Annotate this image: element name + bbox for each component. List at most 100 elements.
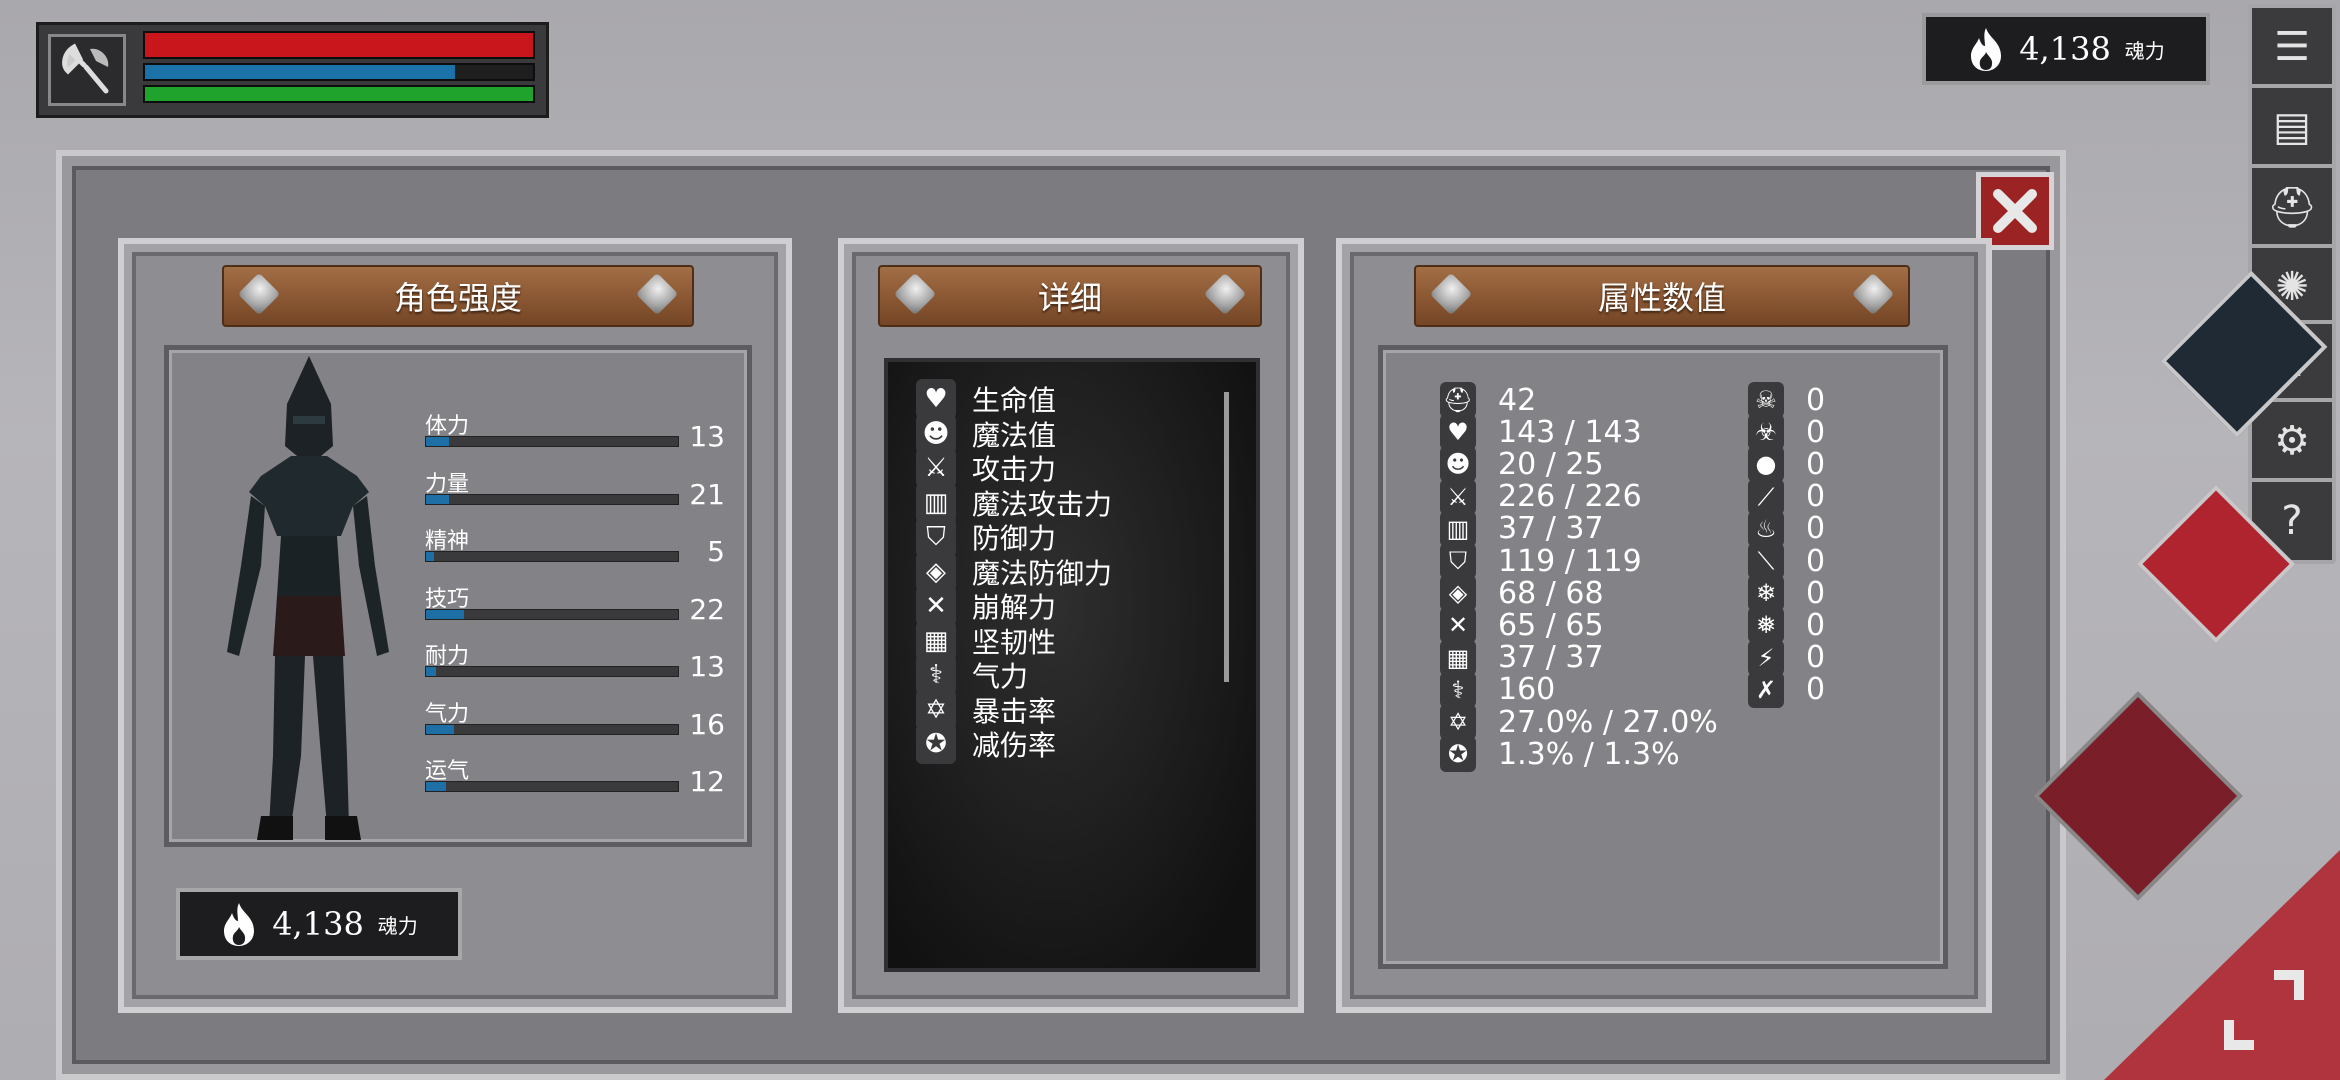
attribute-value: 143 / 143 <box>1498 414 1642 450</box>
settings-gear-icon: ⚙ <box>2274 418 2310 464</box>
attribute-row: ♥ 143 / 143 <box>1440 414 1642 451</box>
attribute-row: ⛑ 42 <box>1440 382 1536 418</box>
attribute-row: ⟋ 0 <box>1748 478 1825 515</box>
mana-bar <box>143 63 535 81</box>
stat-row: 力量 21 <box>425 466 725 516</box>
stat-bar <box>425 493 679 505</box>
helmet-icon: ⛑ <box>1440 382 1476 418</box>
attribute-row: ❅ 0 <box>1748 607 1826 644</box>
attribute-row: ▥ 37 / 37 <box>1440 510 1604 547</box>
soul-label: 魂力 <box>2124 38 2165 63</box>
slash-resist-icon: ⟋ <box>1748 478 1784 515</box>
close-icon <box>1993 189 2037 233</box>
frost-icon: ❄ <box>1748 575 1784 612</box>
head-icon: ☻ <box>1440 446 1476 483</box>
soul-currency-display: 4,138 魂力 <box>1922 13 2210 85</box>
attribute-value: 20 / 25 <box>1498 446 1604 482</box>
lungs-icon: ⚕ <box>1440 671 1476 708</box>
axe-icon[interactable] <box>48 34 126 106</box>
attribute-row: ● 0 <box>1748 446 1826 483</box>
attribute-values-header: 属性数值 <box>1414 265 1910 327</box>
stat-value: 22 <box>689 592 725 626</box>
magic-shield-icon: ◈ <box>1440 575 1476 612</box>
help-icon: ? <box>2281 498 2303 544</box>
panel-title: 角色强度 <box>393 279 522 317</box>
sword-icon: ⚔ <box>1440 478 1476 515</box>
attribute-value: 0 <box>1806 640 1826 676</box>
panel-title: 属性数值 <box>1597 279 1726 317</box>
attribute-row: ✕ 65 / 65 <box>1440 607 1604 644</box>
stat-row: 技巧 22 <box>425 581 725 631</box>
attribute-row: ☠ 0 <box>1748 382 1825 418</box>
stat-value: 13 <box>689 420 725 453</box>
detail-list-item[interactable]: ✪ 减伤率 <box>916 721 1056 767</box>
bleed-drop-icon: ● <box>1748 446 1784 483</box>
attribute-row: ◈ 68 / 68 <box>1440 575 1604 612</box>
attribute-value: 0 <box>1806 446 1826 482</box>
attribute-row: ✪ 1.3% / 1.3% <box>1440 736 1680 773</box>
attribute-row: ☻ 20 / 25 <box>1440 446 1604 483</box>
stat-row: 运气 12 <box>425 753 725 803</box>
stat-row: 精神 5 <box>425 523 725 573</box>
panel-title: 详细 <box>1037 279 1102 317</box>
detail-header: 详细 <box>878 265 1262 327</box>
armored-knight-figure[interactable] <box>221 356 397 846</box>
menu-list-icon: ☰ <box>2274 24 2310 70</box>
flame-icon <box>224 903 255 946</box>
attribute-value: 0 <box>1806 543 1826 579</box>
stat-bar <box>425 723 679 735</box>
soul-value: 4,138 <box>272 905 364 943</box>
stat-value: 16 <box>689 707 725 741</box>
stat-value: 21 <box>689 477 725 511</box>
attribute-row: ⚡ 0 <box>1748 639 1826 676</box>
helmet-icon: ⛑ <box>2266 184 2318 231</box>
attribute-row: ⛉ 119 / 119 <box>1440 543 1642 579</box>
lightning-icon: ⚡ <box>1748 639 1784 676</box>
attribute-value: 37 / 37 <box>1498 511 1604 547</box>
attribute-value: 37 / 37 <box>1498 640 1604 676</box>
attribute-value: 0 <box>1806 672 1826 708</box>
stat-value: 13 <box>689 650 725 683</box>
attribute-value: 68 / 68 <box>1498 575 1604 611</box>
attribute-value: 0 <box>1806 414 1826 450</box>
attribute-row: ✡ 27.0% / 27.0% <box>1440 704 1718 740</box>
stat-row: 气力 16 <box>425 696 725 746</box>
attribute-value: 0 <box>1806 607 1826 643</box>
burn-resist-icon: ⟍ <box>1748 543 1784 579</box>
stat-value: 12 <box>689 765 725 798</box>
attribute-value: 226 / 226 <box>1498 479 1642 515</box>
journal-button[interactable]: ▤ <box>2248 84 2336 170</box>
soul-currency-display-bottom: 4,138 魂力 <box>176 888 462 960</box>
corner-resize-handle[interactable] <box>2104 850 2340 1080</box>
lightning-resist-icon: ✗ <box>1748 671 1784 708</box>
frost-resist-icon: ❅ <box>1748 607 1784 644</box>
attribute-value: 0 <box>1806 511 1826 547</box>
detail-list[interactable]: ♥ 生命值 ☻ 魔法值 ⚔ 攻击力 ▥ 魔法攻击力 ⛉ 防御力 ◈ 魔法防御力 ✕ 崩解力 ▦ 坚韧性 ⚕ 气力 ✡… <box>884 358 1260 972</box>
detail-scrollbar[interactable] <box>1224 392 1229 682</box>
stat-row: 耐力 13 <box>425 638 725 688</box>
attribute-value: 1.3% / 1.3% <box>1498 736 1680 772</box>
player-status-hud <box>36 22 549 118</box>
stat-row: 体力 13 <box>425 408 725 458</box>
attribute-row: ▦ 37 / 37 <box>1440 639 1604 676</box>
disease-icon: ☣ <box>1748 414 1784 451</box>
attribute-row: ✗ 0 <box>1748 671 1826 708</box>
stat-value: 5 <box>707 535 725 568</box>
attribute-value: 160 <box>1498 672 1556 708</box>
attribute-value: 65 / 65 <box>1498 607 1604 643</box>
health-bar <box>143 31 535 59</box>
attribute-row: ☣ 0 <box>1748 414 1826 451</box>
detail-label: 减伤率 <box>972 729 1057 762</box>
stat-bar <box>425 608 679 620</box>
attribute-row: ♨ 0 <box>1748 510 1826 547</box>
poison-skull-icon: ☠ <box>1748 382 1784 418</box>
menu-list-button[interactable]: ☰ <box>2248 4 2336 90</box>
attribute-value: 27.0% / 27.0% <box>1498 704 1718 740</box>
stamina-bar <box>143 85 535 103</box>
spellbook-icon: ▥ <box>1440 510 1476 547</box>
attribute-value: 42 <box>1498 382 1537 418</box>
helmet-button[interactable]: ⛑ <box>2248 164 2336 250</box>
journal-icon: ▤ <box>2273 104 2311 150</box>
attribute-row: ❄ 0 <box>1748 575 1825 612</box>
attribute-row: ⚔ 226 / 226 <box>1440 478 1642 515</box>
